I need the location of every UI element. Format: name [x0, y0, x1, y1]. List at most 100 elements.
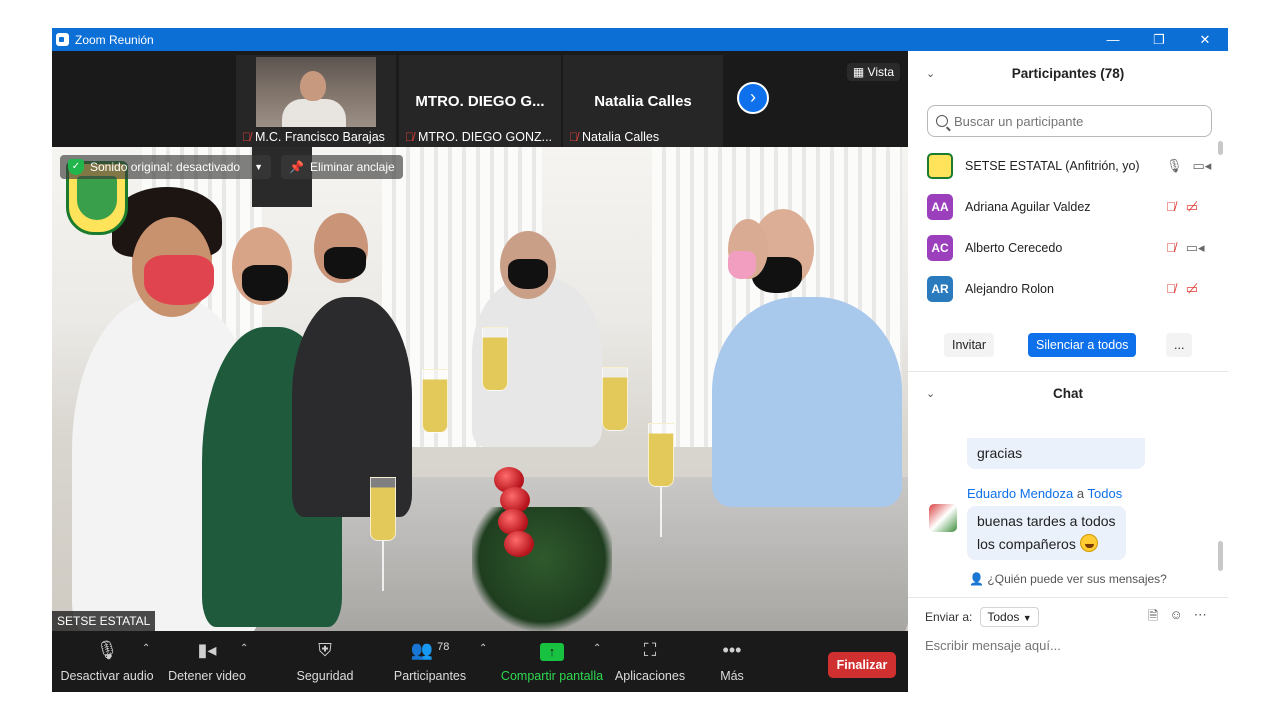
champagne-glass [422, 369, 448, 433]
apps-button[interactable]: ⛶ Aplicaciones [612, 631, 688, 692]
participant-name: Adriana Aguilar Valdez [965, 199, 1091, 214]
avatar: AA [927, 193, 953, 220]
mic-muted-icon: 🎙̸ [242, 130, 251, 144]
avatar [927, 152, 953, 179]
video-camera-icon[interactable]: ▭◂ [1186, 240, 1205, 256]
participant-row[interactable]: SETSE ESTATAL (Anfitrión, yo) 🎙 ▭◂ [908, 145, 1218, 186]
invite-button[interactable]: Invitar [944, 333, 995, 357]
send-to-row: Enviar a: Todos ▼ [925, 607, 1039, 627]
participant-name: Alberto Cerecedo [965, 240, 1063, 255]
participant-display-name: MTRO. DIEGO G... [415, 93, 545, 110]
search-icon [936, 115, 948, 127]
stop-video-label: Detener video [168, 669, 246, 683]
more-button[interactable]: ••• Más [708, 631, 756, 692]
audio-options-caret-icon[interactable]: ⌃ [142, 643, 150, 654]
champagne-glass [482, 327, 508, 391]
speaker-name-tag: SETSE ESTATAL [52, 611, 156, 631]
share-options-caret-icon[interactable]: ⌃ [593, 643, 601, 654]
unpin-button[interactable]: 📌 Eliminar anclaje [281, 155, 403, 179]
people-icon: 👥 78 [410, 640, 450, 660]
ellipsis-icon[interactable]: ⋯ [1194, 607, 1207, 629]
restore-icon[interactable]: ❐ [1136, 28, 1182, 51]
participants-button[interactable]: 👥 78 Participantes [388, 631, 472, 692]
original-sound-pill[interactable]: ✓ Sonido original: desactivado ▼ [60, 155, 272, 179]
more-label: Más [720, 669, 744, 683]
chat-sender-line: Eduardo Mendoza a Todos [967, 486, 1122, 501]
original-sound-label: Sonido original: desactivado [90, 160, 241, 174]
face-mask [508, 259, 548, 289]
thumbnail-francisco[interactable]: 🎙̸ M.C. Francisco Barajas [236, 55, 396, 147]
unpin-label: Eliminar anclaje [309, 160, 395, 174]
stop-video-button[interactable]: ▮◂ Detener video [164, 631, 250, 692]
participant-name: MTRO. DIEGO GONZ... [418, 130, 553, 144]
microphone-icon[interactable]: 🎙 [1166, 158, 1183, 174]
microphone-muted-icon[interactable]: 🎙̸ [1166, 281, 1176, 297]
share-screen-button[interactable]: ↑ Compartir pantalla [498, 631, 606, 692]
face-mask [324, 247, 366, 279]
participant-search-input[interactable] [954, 113, 1194, 129]
view-button[interactable]: ▦ Vista [846, 63, 900, 81]
microphone-muted-icon[interactable]: 🎙̸ [1166, 240, 1176, 256]
title-bar: Zoom Reunión — ❐ ✕ [52, 28, 1228, 51]
person-info-icon: 👤 [969, 572, 985, 586]
participant-row[interactable]: AR Alejandro Rolon 🎙̸ ▭̸ [908, 268, 1218, 309]
grinning-face-emoji-icon [1079, 534, 1098, 552]
active-speaker-video: ✓ Sonido original: desactivado ▼ 📌 Elimi… [52, 147, 908, 631]
video-overlay-controls: ✓ Sonido original: desactivado ▼ 📌 Elimi… [60, 155, 403, 179]
chat-title: Chat [1053, 385, 1083, 401]
chat-tools: 🗎 ☺ ⋯ [1148, 607, 1207, 629]
video-off-icon[interactable]: ▭̸ [1186, 199, 1198, 215]
next-page-button[interactable]: › [737, 82, 769, 114]
file-icon[interactable]: 🗎 [1148, 607, 1158, 629]
face-mask [144, 255, 214, 305]
collapse-chevron-icon[interactable]: ⌄ [926, 67, 935, 80]
video-camera-icon[interactable]: ▭◂ [1193, 158, 1212, 174]
security-button[interactable]: ⛨ Seguridad [288, 631, 362, 692]
end-meeting-button[interactable]: Finalizar [828, 652, 896, 678]
send-to-dropdown[interactable]: Todos ▼ [980, 607, 1039, 627]
participant-name: M.C. Francisco Barajas [255, 130, 385, 144]
chat-sender[interactable]: Eduardo Mendoza [967, 486, 1073, 501]
participants-scrollbar[interactable] [1218, 141, 1223, 155]
participants-options-caret-icon[interactable]: ⌃ [479, 643, 487, 654]
collapse-chevron-icon[interactable]: ⌄ [926, 387, 935, 400]
chat-bubble: buenas tardes a todos los compañeros [967, 506, 1126, 560]
champagne-glass [370, 477, 396, 541]
who-can-see-link[interactable]: 👤 ¿Quién puede ver sus mensajes? [908, 572, 1228, 586]
pin-icon: 📌 [289, 160, 304, 174]
more-options-button[interactable]: ... [1166, 333, 1193, 357]
mute-audio-button[interactable]: 🎙 Desactivar audio [60, 631, 154, 692]
participant-name: SETSE ESTATAL (Anfitrión, yo) [965, 158, 1140, 173]
share-screen-label: Compartir pantalla [500, 669, 604, 683]
thumbnail-natalia[interactable]: Natalia Calles 🎙̸ Natalia Calles [563, 55, 723, 147]
chat-message-input[interactable] [925, 638, 1215, 653]
participants-count: 78 [437, 641, 450, 653]
participant-search[interactable] [927, 105, 1212, 137]
chat-bubble: gracias [967, 438, 1145, 469]
mic-muted-icon: 🎙̸ [569, 130, 578, 144]
face-mask [242, 265, 288, 301]
shield-icon: ⛨ [318, 640, 332, 660]
chevron-down-icon[interactable]: ▼ [254, 162, 263, 172]
ellipsis-icon: ••• [722, 640, 742, 660]
mute-all-button[interactable]: Silenciar a todos [1028, 333, 1137, 357]
chat-message-line: los compañeros [977, 536, 1076, 552]
chat-recipient: Todos [1087, 486, 1123, 501]
thumbnail-diego[interactable]: MTRO. DIEGO G... 🎙̸ MTRO. DIEGO GONZ... [399, 55, 561, 147]
mute-audio-label: Desactivar audio [60, 669, 154, 683]
participant-row[interactable]: AC Alberto Cerecedo 🎙̸ ▭◂ [908, 227, 1218, 268]
video-options-caret-icon[interactable]: ⌃ [240, 643, 248, 654]
mic-muted-icon: 🎙̸ [405, 130, 414, 144]
chat-scrollbar[interactable] [1218, 541, 1223, 571]
champagne-glass [602, 367, 628, 431]
champagne-glass [648, 423, 674, 487]
close-icon[interactable]: ✕ [1182, 28, 1228, 51]
avatar: AR [927, 275, 953, 302]
emoji-icon[interactable]: ☺ [1169, 607, 1182, 629]
zoom-window: Zoom Reunión — ❐ ✕ 🎙̸ M.C. Francisco Bar… [52, 28, 1228, 692]
participant-row[interactable]: AA Adriana Aguilar Valdez 🎙̸ ▭̸ [908, 186, 1218, 227]
microphone-muted-icon[interactable]: 🎙̸ [1166, 199, 1176, 215]
minimize-icon[interactable]: — [1090, 28, 1136, 51]
video-off-icon[interactable]: ▭̸ [1186, 281, 1198, 297]
video-camera-icon: ▮◂ [197, 640, 217, 660]
